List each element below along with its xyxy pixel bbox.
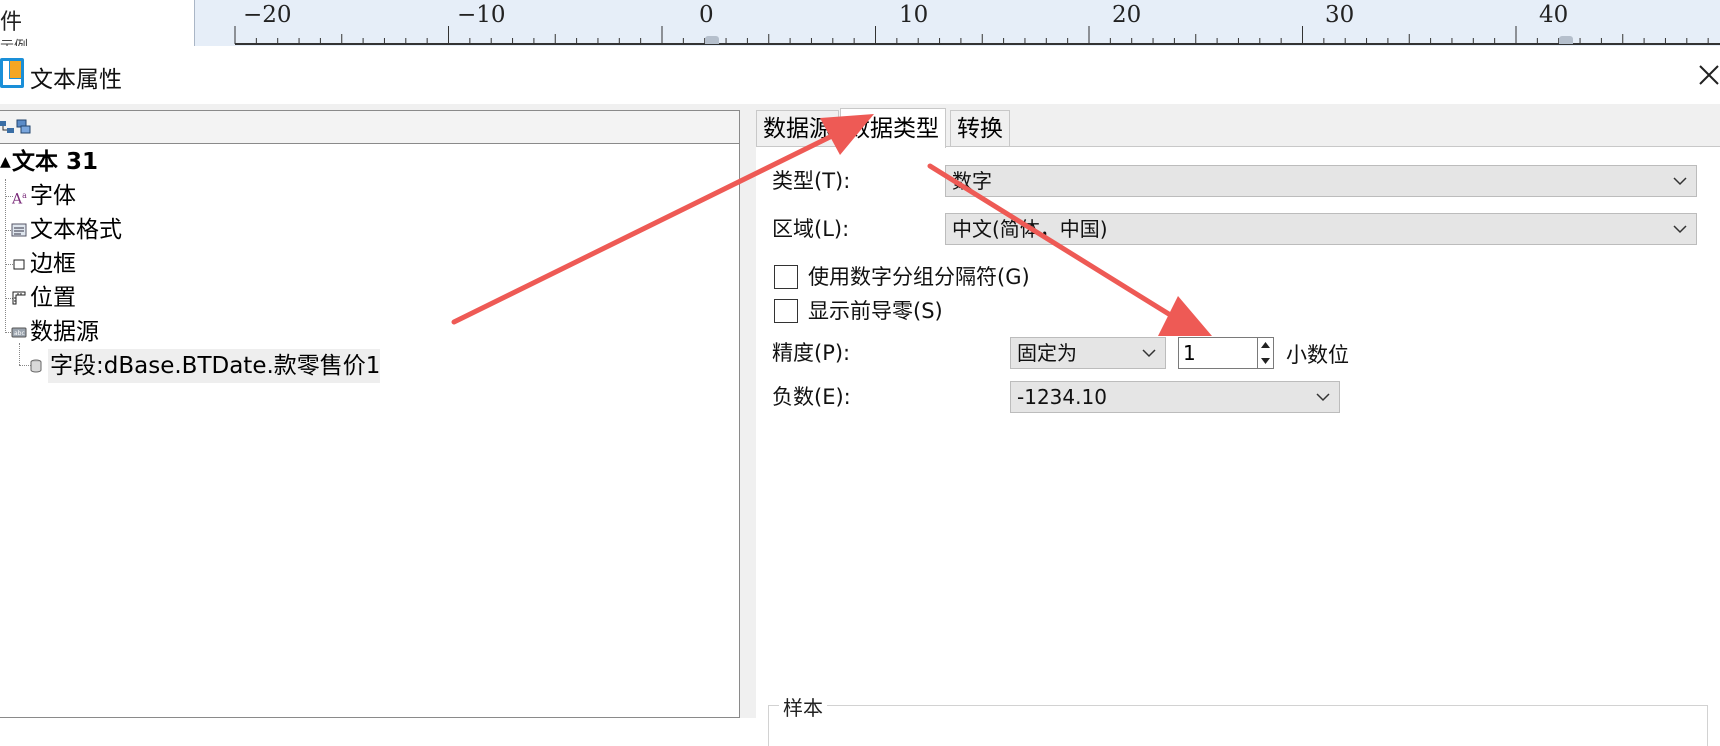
ruler-label: 10 [899,2,929,28]
tab-data-type[interactable]: 数据类型 [840,108,946,148]
tree-expand-icon[interactable] [0,119,16,135]
ruler-margin-marker[interactable] [705,36,719,44]
type-value: 数字 [952,169,992,193]
tree-item-label: 字体 [30,183,76,209]
tree-collapse-glyph[interactable]: ▲ [0,145,11,179]
title-bar[interactable]: 文本属性 [0,48,1720,104]
tab-label: 转换 [957,116,1003,142]
spin-up-icon[interactable] [1258,338,1273,353]
settings-panel: 数据源 数据类型 转换 类型(T): 数字 区域(L): 中文(简体，中国) 使… [756,108,1720,746]
ruler-label: 40 [1539,2,1569,28]
leading-zero-label: 显示前导零(S) [808,299,943,323]
tab-datasource[interactable]: 数据源 [756,110,839,146]
decimal-places-value: 1 [1183,341,1196,365]
horizontal-ruler[interactable]: −20 −10 0 10 20 30 40 [194,0,1720,46]
ruler-label: −20 [243,2,292,28]
tree-item-text-format[interactable]: 文本格式 [0,213,739,247]
decimal-places-stepper[interactable] [1258,337,1274,369]
decimal-places-unit: 小数位 [1286,343,1349,367]
app-logo-icon [0,58,24,88]
background-app: 件 示例 −20 −10 0 10 20 30 40 [0,0,1720,48]
dialog-title: 文本属性 [30,67,122,93]
ruler-label: 20 [1112,2,1142,28]
precision-mode-value: 固定为 [1017,341,1077,365]
group-separator-label: 使用数字分组分隔符(G) [808,265,1030,289]
group-separator-checkbox[interactable] [774,265,798,289]
ruler-margin-marker[interactable] [1559,36,1573,44]
data-type-page: 类型(T): 数字 区域(L): 中文(简体，中国) 使用数字分组分隔符(G) … [756,146,1720,746]
ruler-label: 0 [699,2,714,28]
tree-item-label: 文本格式 [30,217,122,243]
ruler-label: −10 [457,2,506,28]
tree-root-label: 文本 31 [12,149,99,175]
chevron-down-icon [1316,393,1330,402]
chevron-down-icon [1673,225,1687,234]
tree-item-label: 位置 [30,285,76,311]
background-text: 示例 [0,36,28,46]
datasource-icon: abc [11,327,27,338]
precision-mode-dropdown[interactable]: 固定为 [1010,337,1166,369]
svg-text:abc: abc [14,330,25,337]
tree-item-datasource[interactable]: abc 数据源 [0,315,739,349]
type-dropdown[interactable]: 数字 [945,165,1697,197]
database-icon [30,359,42,373]
decimal-places-input[interactable]: 1 [1178,337,1258,369]
font-icon: Aa [12,191,27,208]
tree-item-field[interactable]: 字段:dBase.BTDate.款零售价1 [0,349,739,383]
chevron-down-icon [1142,349,1156,358]
tab-label: 数据源 [763,116,832,142]
dialog-body: ▲ 文本 31 Aa 字体 文本格式 边框 位置 abc 数据源 字段:dBas… [0,104,1720,746]
tree-item-border[interactable]: 边框 [0,247,739,281]
tree-item-font[interactable]: Aa 字体 [0,179,739,213]
sample-group: 样本 [768,692,1708,746]
sample-legend: 样本 [779,692,827,721]
region-label: 区域(L): [772,217,850,241]
ruler-ticks [234,26,1720,45]
tab-convert[interactable]: 转换 [950,110,1010,146]
tab-label: 数据类型 [847,116,939,142]
text-format-icon [11,223,27,237]
text-properties-dialog: 文本属性 ▲ 文本 31 Aa 字体 文本格式 边框 位置 abc 数据源 字段… [0,48,1720,746]
tree-item-label: 数据源 [30,319,99,345]
tree-collapse-icon[interactable] [16,119,32,135]
negative-format-dropdown[interactable]: -1234.10 [1010,381,1340,413]
negative-format-value: -1234.10 [1017,385,1107,409]
tree-toolbar [0,111,739,144]
leading-zero-checkbox[interactable] [774,299,798,323]
tree-item-label: 边框 [30,251,76,277]
spin-down-icon[interactable] [1258,353,1273,368]
chevron-down-icon [1673,177,1687,186]
negative-label: 负数(E): [772,385,851,409]
region-dropdown[interactable]: 中文(简体，中国) [945,213,1697,245]
type-label: 类型(T): [772,169,851,193]
border-icon [13,259,25,270]
tree-item-label: 字段:dBase.BTDate.款零售价1 [50,353,381,379]
tree-root-node[interactable]: ▲ 文本 31 [0,145,739,179]
tree-item-position[interactable]: 位置 [0,281,739,315]
property-tree-panel: ▲ 文本 31 Aa 字体 文本格式 边框 位置 abc 数据源 字段:dBas… [0,110,740,718]
close-icon[interactable] [1694,56,1720,92]
precision-label: 精度(P): [772,341,851,365]
position-icon [12,291,26,305]
background-text: 件 [0,10,23,35]
region-value: 中文(简体，中国) [952,217,1108,241]
ruler-label: 30 [1325,2,1355,28]
